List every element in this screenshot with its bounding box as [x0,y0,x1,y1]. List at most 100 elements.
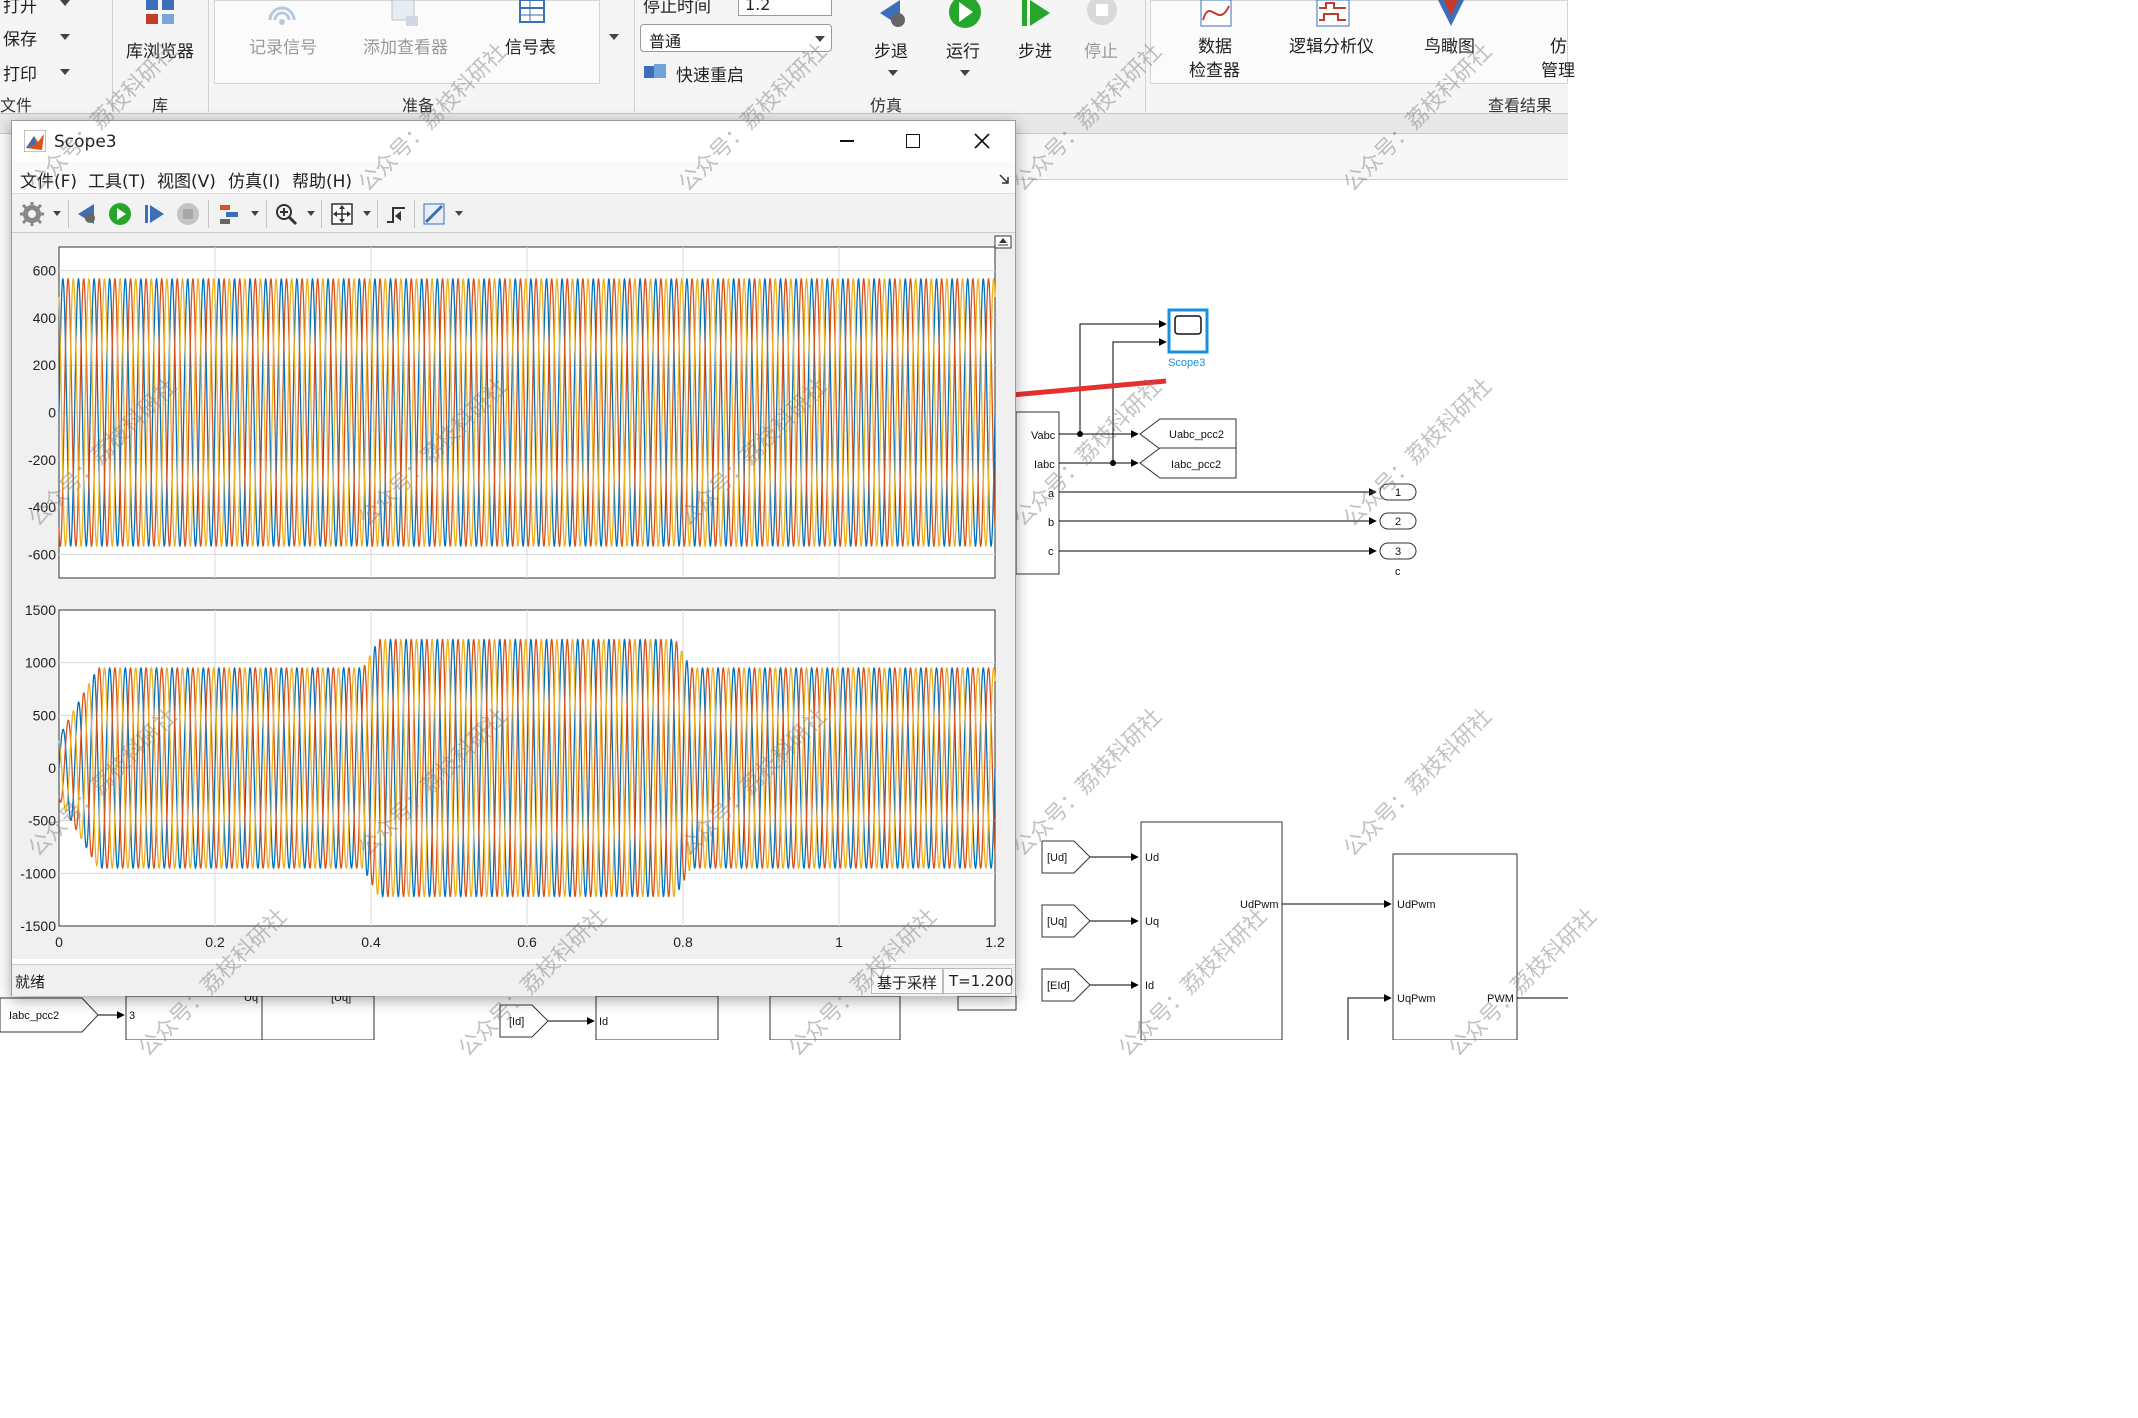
data-inspector-label-1[interactable]: 数据 [1198,32,1232,57]
scope-titlebar[interactable]: Scope3 [12,121,1015,161]
measurement-dropdown-icon[interactable] [455,211,463,216]
simulation-mode-select[interactable]: 普通 [640,24,832,52]
save-dropdown-icon[interactable] [60,34,70,40]
dq-controller-block[interactable] [1140,821,1283,1040]
birds-eye-button[interactable]: 鸟瞰图 [1424,32,1475,57]
status-ready: 就绪 [15,973,46,991]
y-tick-label: -400 [28,499,56,515]
editor-address-bar [1016,134,1568,180]
scope3-block[interactable] [1167,308,1209,354]
from-eid[interactable] [1041,968,1091,1002]
simulate-section-label: 仿真 [870,96,903,115]
print-button[interactable]: 打印 [3,60,37,85]
step-back-icon[interactable] [74,202,98,226]
x-tick-label: 1.2 [985,934,1005,950]
trigger-icon[interactable] [385,202,409,226]
run-button[interactable]: 运行 [946,37,980,62]
prepare-expand-icon[interactable] [609,34,619,40]
settings-dropdown-icon[interactable] [53,211,61,216]
outport-1[interactable] [1379,483,1417,501]
y-tick-label: -1000 [20,865,56,881]
stop-icon[interactable] [176,202,200,226]
save-button[interactable]: 保存 [3,25,37,50]
signal-highlight-icon[interactable] [218,202,242,226]
y-tick-label: 1000 [25,655,56,671]
sim-manager-label-2[interactable]: 管理 [1541,56,1575,81]
fast-restart-button[interactable]: 快速重启 [676,61,744,86]
pcc-measurement-block[interactable] [1015,411,1060,575]
open-dropdown-icon[interactable] [60,0,70,6]
zoom-dropdown-icon[interactable] [307,211,315,216]
stop-time-label: 停止时间 [643,0,711,17]
play-icon[interactable] [108,202,132,226]
dock-arrow-icon[interactable] [998,173,1010,185]
step-forward-icon[interactable] [142,202,166,226]
bottom-block-uq[interactable] [261,995,375,1040]
step-forward-button[interactable]: 步进 [1018,37,1052,62]
watermark-text: 公众号：荔枝科研社 [1114,904,1272,1062]
c-port-label: c [1048,546,1054,558]
maximize-icon[interactable] [906,134,920,148]
menu-tools[interactable]: 工具(T) [88,167,146,192]
goto-iabc-label: Iabc_pcc2 [1171,459,1221,471]
from-ud-label: [Ud] [1047,852,1067,864]
watermark-text: 公众号：荔枝科研社 [1339,704,1497,862]
from-eid-label: [EId] [1047,980,1070,992]
sim-manager-label-1[interactable]: 仿 [1550,32,1567,57]
from-id-bottom-label: [Id] [509,1016,524,1028]
gear-icon[interactable] [20,202,44,226]
pwm-generator-block[interactable] [1392,853,1518,1040]
y-tick-label: 200 [33,357,57,373]
stop-time-input[interactable]: 1.2 [738,0,832,16]
bottom-block-right[interactable] [769,995,901,1040]
from-id-bottom[interactable] [499,1004,549,1038]
outport-3[interactable] [1379,542,1417,560]
menu-simulation[interactable]: 仿真(I) [228,167,280,192]
stop-time-value: 1.2 [745,0,771,14]
b-port-label: b [1048,517,1054,529]
menu-help[interactable]: 帮助(H) [292,167,352,192]
signal-table-button[interactable]: 信号表 [505,33,556,58]
undock-icon[interactable] [994,235,1012,249]
y-tick-label: -200 [28,452,56,468]
menu-view[interactable]: 视图(V) [157,167,216,192]
highlight-dropdown-icon[interactable] [251,211,259,216]
scope-plots-svg[interactable]: -600 -400 -200 0 200 400 600 -1500 -1000 -500 0 500… [12,233,1015,959]
zoom-in-icon[interactable] [274,202,298,226]
library-browser-button[interactable]: 库浏览器 [126,37,194,62]
from-iabc-pcc2-bottom[interactable] [0,997,99,1033]
watermark-text: 公众号：荔枝科研社 [1009,704,1167,862]
print-dropdown-icon[interactable] [60,69,70,75]
y-tick-label: -500 [28,813,56,829]
goto-uabc-pcc2[interactable] [1139,418,1237,450]
y-tick-label: 600 [33,263,57,279]
open-button[interactable]: 打开 [3,0,37,17]
birds-eye-icon [1438,0,1464,26]
bottom-block-id[interactable] [595,995,719,1040]
step-back-dropdown-icon[interactable] [888,70,898,76]
from-ud[interactable] [1041,840,1091,874]
goto-iabc-pcc2[interactable] [1139,447,1237,479]
stop-button[interactable]: 停止 [1084,37,1118,62]
abc-to-dq-block[interactable] [125,995,263,1040]
x-tick-label: 1 [835,934,843,950]
step-back-button[interactable]: 步退 [874,37,908,62]
outport-2[interactable] [1379,512,1417,530]
block2-uqpwm-port: UqPwm [1397,993,1436,1005]
cursor-measurement-icon[interactable] [422,202,446,226]
minimize-icon[interactable] [840,140,854,142]
watermark-text: 公众号：荔枝科研社 [1009,374,1167,532]
record-signal-button[interactable]: 记录信号 [249,33,317,58]
logic-analyzer-button[interactable]: 逻辑分析仪 [1289,32,1374,57]
goto-uabc-label: Uabc_pcc2 [1169,429,1224,441]
from-uq[interactable] [1041,904,1091,938]
menu-file[interactable]: 文件(F) [20,167,77,192]
run-dropdown-icon[interactable] [960,70,970,76]
add-viewer-button[interactable]: 添加查看器 [363,33,448,58]
data-inspector-label-2[interactable]: 检查器 [1189,56,1240,81]
scope3-window[interactable]: Scope3 文件(F) 工具(T) 视图(V) 仿真(I) 帮助(H) -60… [11,120,1016,996]
autoscale-dropdown-icon[interactable] [363,211,371,216]
autoscale-icon[interactable] [330,202,354,226]
file-section-label: 文件 [0,96,33,115]
close-icon[interactable] [974,133,990,149]
